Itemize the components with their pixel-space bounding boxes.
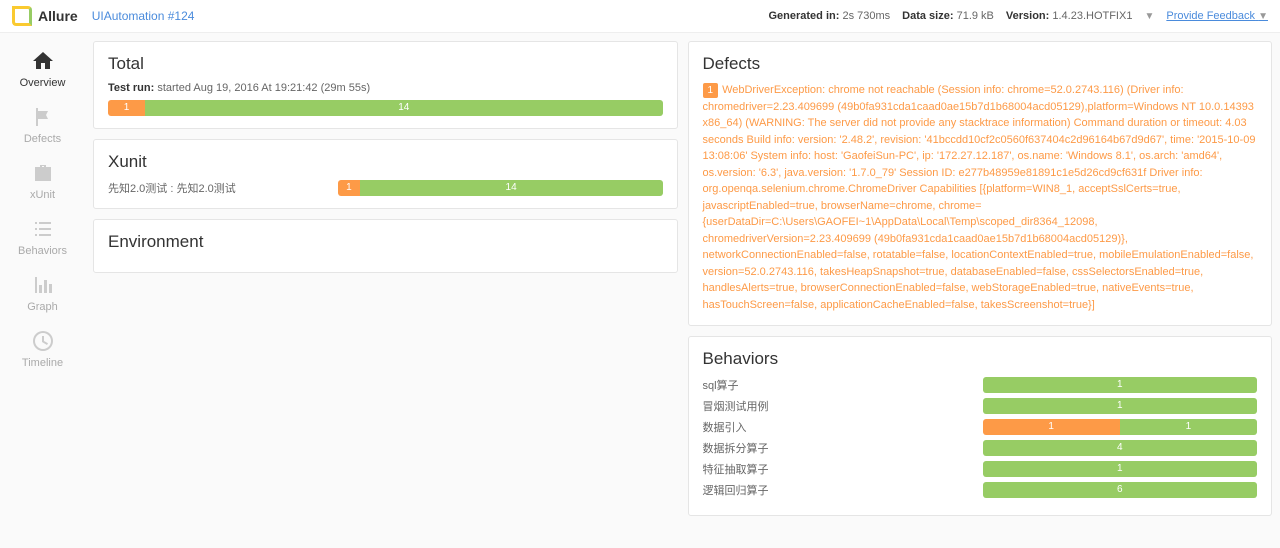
nav-graph[interactable]: Graph: [0, 265, 85, 321]
nav-label: Timeline: [22, 357, 63, 369]
version-dropdown[interactable]: ▼: [1144, 11, 1154, 22]
version: Version: 1.4.23.HOTFIX1: [1006, 10, 1133, 22]
flag-icon: [31, 105, 55, 129]
behavior-label: 逻辑回归算子: [703, 482, 973, 498]
behavior-label: 数据引入: [703, 419, 973, 435]
behavior-bar: 11: [983, 419, 1258, 435]
total-bar-passed[interactable]: 14: [145, 100, 662, 116]
defect-count-badge: 1: [703, 83, 719, 98]
behavior-row[interactable]: 逻辑回归算子 6: [703, 482, 1258, 498]
behavior-row[interactable]: 冒烟测试用例 1: [703, 398, 1258, 414]
behavior-bar-seg: 1: [983, 461, 1258, 477]
behavior-label: 数据拆分算子: [703, 440, 973, 456]
behavior-row[interactable]: 数据引入 11: [703, 419, 1258, 435]
nav-overview[interactable]: Overview: [0, 41, 85, 97]
defect-item[interactable]: 1WebDriverException: chrome not reachabl…: [703, 82, 1258, 313]
behavior-bar: 1: [983, 461, 1258, 477]
behavior-bar: 1: [983, 377, 1258, 393]
nav-label: Defects: [24, 133, 61, 145]
environment-panel: Environment: [93, 219, 678, 273]
behavior-bar: 1: [983, 398, 1258, 414]
xunit-panel: Xunit 先知2.0测试 : 先知2.0测试 1 14: [93, 139, 678, 209]
total-bar: 1 14: [108, 100, 663, 116]
clock-icon: [31, 329, 55, 353]
data-size: Data size: 71.9 kB: [902, 10, 994, 22]
home-icon: [31, 49, 55, 73]
total-bar-broken[interactable]: 1: [108, 100, 145, 116]
behavior-label: 特征抽取算子: [703, 461, 973, 477]
behaviors-title: Behaviors: [703, 349, 1258, 369]
generated-in: Generated in: 2s 730ms: [768, 10, 890, 22]
behavior-row[interactable]: 数据拆分算子 4: [703, 440, 1258, 456]
project-link[interactable]: UIAutomation #124: [92, 9, 195, 23]
nav-xunit[interactable]: xUnit: [0, 153, 85, 209]
total-panel: Total Test run: started Aug 19, 2016 At …: [93, 41, 678, 129]
behavior-row[interactable]: sql算子 1: [703, 377, 1258, 393]
behavior-bar: 4: [983, 440, 1258, 456]
nav-label: Graph: [27, 301, 58, 313]
chart-icon: [31, 273, 55, 297]
sidebar: Overview Defects xUnit Behaviors Graph T…: [0, 33, 85, 548]
environment-title: Environment: [108, 232, 663, 252]
header: Allure UIAutomation #124 Generated in: 2…: [0, 0, 1280, 33]
nav-timeline[interactable]: Timeline: [0, 321, 85, 377]
xunit-bar-passed: 14: [360, 180, 663, 196]
behavior-bar-seg: 1: [983, 419, 1120, 435]
behavior-bar: 6: [983, 482, 1258, 498]
allure-logo-icon: [12, 6, 32, 26]
testrun-info: Test run: started Aug 19, 2016 At 19:21:…: [108, 82, 663, 94]
behavior-label: sql算子: [703, 377, 973, 393]
nav-label: xUnit: [30, 189, 55, 201]
provide-feedback-link[interactable]: Provide Feedback ▼: [1166, 10, 1268, 22]
list-icon: [31, 217, 55, 241]
header-right: Generated in: 2s 730ms Data size: 71.9 k…: [768, 10, 1268, 22]
behavior-label: 冒烟测试用例: [703, 398, 973, 414]
xunit-title: Xunit: [108, 152, 663, 172]
nav-defects[interactable]: Defects: [0, 97, 85, 153]
xunit-row[interactable]: 先知2.0测试 : 先知2.0测试 1 14: [108, 180, 663, 196]
defects-panel: Defects 1WebDriverException: chrome not …: [688, 41, 1273, 326]
xunit-row-label: 先知2.0测试 : 先知2.0测试: [108, 180, 328, 196]
behavior-row[interactable]: 特征抽取算子 1: [703, 461, 1258, 477]
behavior-bar-seg: 1: [1120, 419, 1257, 435]
defects-title: Defects: [703, 54, 1258, 74]
logo-text: Allure: [38, 8, 78, 24]
behaviors-panel: Behaviors sql算子1冒烟测试用例1数据引入11数据拆分算子4特征抽取…: [688, 336, 1273, 516]
nav-behaviors[interactable]: Behaviors: [0, 209, 85, 265]
nav-label: Overview: [20, 77, 66, 89]
defect-text: WebDriverException: chrome not reachable…: [703, 84, 1256, 311]
behavior-bar-seg: 1: [983, 377, 1258, 393]
behavior-bar-seg: 4: [983, 440, 1258, 456]
behavior-bar-seg: 6: [983, 482, 1258, 498]
total-title: Total: [108, 54, 663, 74]
nav-label: Behaviors: [18, 245, 67, 257]
xunit-bar: 1 14: [338, 180, 663, 196]
xunit-bar-broken: 1: [338, 180, 360, 196]
briefcase-icon: [31, 161, 55, 185]
behavior-bar-seg: 1: [983, 398, 1258, 414]
